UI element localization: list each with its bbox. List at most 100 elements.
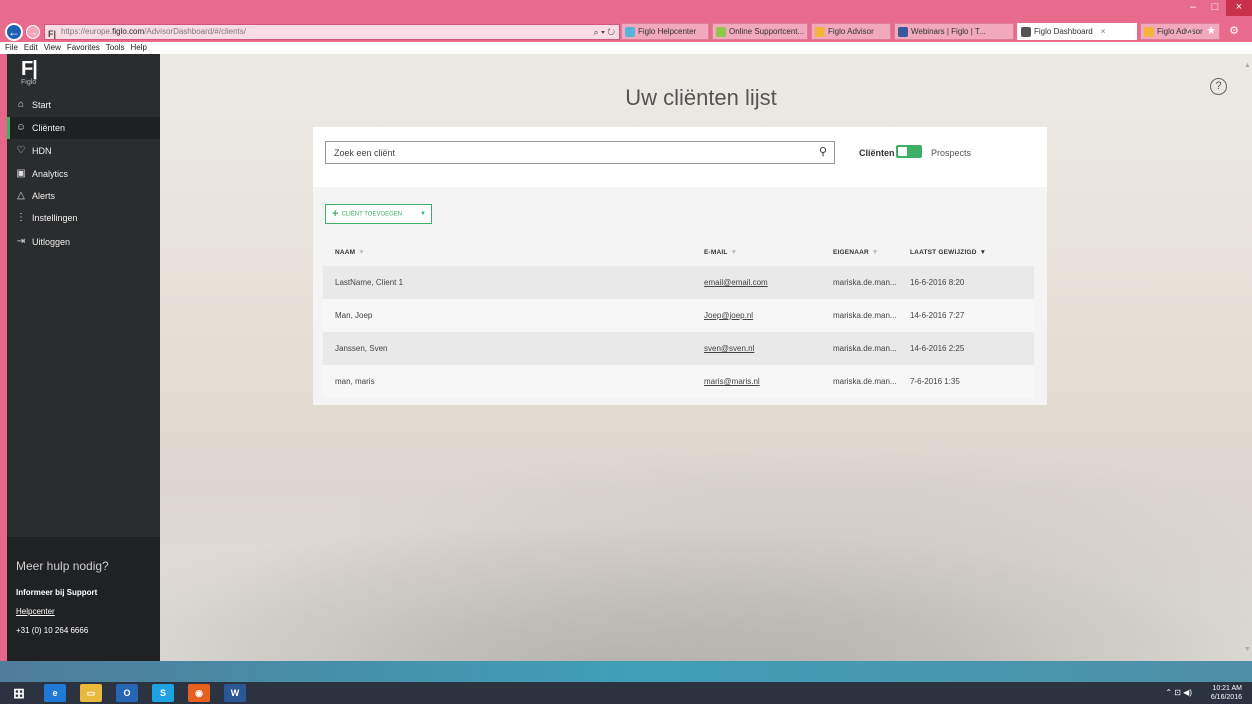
browser-titlebar: – □ × ← → F| https://europe.figlo.com/Ad… <box>0 0 1252 42</box>
scroll-down-icon[interactable]: ▼ <box>1244 646 1251 653</box>
table-row[interactable]: Man, Joep Joep@joep.nl mariska.de.man... 14… <box>323 299 1034 332</box>
browser-tab[interactable]: Figlo Dashboard × <box>1017 23 1137 40</box>
windows-start-icon[interactable]: ⊞ <box>8 684 30 702</box>
url-path: /AdvisorDashboard/#/clients/ <box>144 27 246 36</box>
tab-favicon-icon <box>898 27 908 37</box>
support-phone: +31 (0) 10 264 6666 <box>16 626 89 635</box>
client-owner: mariska.de.man... <box>833 377 897 386</box>
client-modified: 7-6-2016 1:35 <box>910 377 960 386</box>
browser-tab[interactable]: Figlo Advisor <box>811 23 891 40</box>
sort-icon: ▼ <box>871 249 879 256</box>
outlook-icon[interactable]: O <box>116 684 138 702</box>
client-table: + CLIËNT TOEVOEGEN ▼ NAAM ▼ E-MAIL ▼ EIGENA… <box>313 187 1047 405</box>
client-name: LastName, Client 1 <box>335 278 404 287</box>
clients-prospects-toggle[interactable] <box>896 145 922 158</box>
client-email[interactable]: Joep@joep.nl <box>704 311 753 320</box>
chart-icon: ▣ <box>16 168 26 179</box>
sidebar-item-label: Uitloggen <box>32 237 71 247</box>
sidebar-item-alerts[interactable]: △ Alerts <box>7 185 160 207</box>
toggle-label-clients[interactable]: Cliënten <box>859 148 895 158</box>
browser-tab[interactable]: Figlo Helpcenter <box>621 23 709 40</box>
client-email[interactable]: email@email.com <box>704 278 768 287</box>
client-email[interactable]: sven@sven.nl <box>704 344 754 353</box>
sidebar-item-clinten[interactable]: ☺ Cliënten <box>7 117 160 139</box>
column-label: NAAM <box>335 249 356 256</box>
address-bar[interactable]: F| https://europe.figlo.com/AdvisorDashb… <box>44 24 620 40</box>
sidebar-item-hdn[interactable]: ♡ HDN <box>7 140 160 162</box>
scroll-up-icon[interactable]: ▲ <box>1244 62 1251 69</box>
clock-time: 10:21 AM <box>1212 685 1242 692</box>
sort-icon: ▼ <box>730 249 738 256</box>
table-row[interactable]: man, maris maris@maris.nl mariska.de.man..… <box>323 365 1034 398</box>
menu-bar: File Edit View Favorites Tools Help <box>0 42 1252 54</box>
tab-strip: Figlo Helpcenter Online Supportcent... Fig… <box>621 23 1223 42</box>
figlo-logo[interactable]: F| Figlo <box>21 59 38 87</box>
menu-item-file[interactable]: File <box>5 43 18 52</box>
page-title: Uw cliënten lijst <box>625 85 777 110</box>
sidebar-item-instellingen[interactable]: ⋮ Instellingen <box>7 207 160 229</box>
sidebar-item-label: Start <box>32 100 52 110</box>
word-icon[interactable]: W <box>224 684 246 702</box>
tab-label: Figlo Dashboard <box>1034 27 1093 36</box>
skype-icon[interactable]: S <box>152 684 174 702</box>
column-header-eigenaar[interactable]: EIGENAAR ▼ <box>833 249 879 256</box>
search-area: ⚲ Cliënten Prospects <box>313 127 1047 187</box>
column-header-laatst-gewijzigd[interactable]: LAATST GEWIJZIGD ▼ <box>910 249 986 256</box>
menu-item-view[interactable]: View <box>44 43 61 52</box>
address-bar-icons[interactable]: ⌕ ▾ ↻ <box>594 25 615 39</box>
client-name: man, maris <box>335 377 375 386</box>
browser-tab[interactable]: Online Supportcent... <box>712 23 808 40</box>
column-label: LAATST GEWIJZIGD <box>910 249 977 256</box>
toggle-label-prospects[interactable]: Prospects <box>931 148 971 158</box>
sidebar-item-uitloggen[interactable]: ⇥ Uitloggen <box>7 231 160 253</box>
table-row[interactable]: Janssen, Sven sven@sven.nl mariska.de.man.… <box>323 332 1034 365</box>
sidebar-item-start[interactable]: ⌂ Start <box>7 94 160 116</box>
helpcenter-link[interactable]: Helpcenter <box>16 607 55 616</box>
browser-toolbar-icons[interactable]: ⌂ ★ ⚙ <box>1187 24 1244 37</box>
back-button[interactable]: ← <box>5 23 23 41</box>
sliders-icon: ⋮ <box>16 212 26 223</box>
chevron-down-icon[interactable]: ▼ <box>420 205 426 223</box>
page-scrollbar[interactable]: ▲ ▼ <box>1243 54 1252 661</box>
forward-button[interactable]: → <box>26 25 40 39</box>
help-panel: Meer hulp nodig? Informeer bij Support H… <box>7 537 160 661</box>
help-support-label: Informeer bij Support <box>16 588 98 597</box>
help-title: Meer hulp nodig? <box>16 559 109 573</box>
add-client-button[interactable]: + CLIËNT TOEVOEGEN ▼ <box>325 204 432 224</box>
sidebar: F| Figlo ⌂ Start ☺ Cliënten ♡ HDN ▣ Analytics △ A… <box>7 54 160 661</box>
navigation-row: ← → F| https://europe.figlo.com/AdvisorD… <box>0 21 1252 43</box>
tab-favicon-icon <box>815 27 825 37</box>
minimize-button[interactable]: – <box>1182 0 1204 16</box>
client-modified: 14-6-2016 7:27 <box>910 311 965 320</box>
system-tray-icons[interactable]: ⌃ ⊡ ◀) <box>1165 688 1192 697</box>
column-header-naam[interactable]: NAAM ▼ <box>335 249 365 256</box>
search-icon[interactable]: ⚲ <box>819 145 827 158</box>
menu-item-help[interactable]: Help <box>130 43 146 52</box>
tab-close-icon[interactable]: × <box>1101 27 1106 36</box>
add-client-label: CLIËNT TOEVOEGEN <box>341 211 403 218</box>
column-header-email[interactable]: E-MAIL ▼ <box>704 249 737 256</box>
tab-label: Online Supportcent... <box>729 27 805 36</box>
client-modified: 16-6-2016 8:20 <box>910 278 965 287</box>
client-search-input[interactable] <box>325 141 835 164</box>
maximize-button[interactable]: □ <box>1204 0 1226 16</box>
sort-icon: ▼ <box>358 249 365 256</box>
firefox-icon[interactable]: ◉ <box>188 684 210 702</box>
taskbar-clock[interactable]: 10:21 AM 6/16/2016 <box>1211 684 1242 702</box>
browser-tab[interactable]: Webinars | Figlo | T... <box>894 23 1014 40</box>
client-email[interactable]: maris@maris.nl <box>704 377 760 386</box>
logo-text: Figlo <box>21 79 37 86</box>
menu-item-tools[interactable]: Tools <box>106 43 125 52</box>
close-window-button[interactable]: × <box>1226 0 1252 16</box>
table-row[interactable]: LastName, Client 1 email@email.com mariska… <box>323 266 1034 299</box>
windows-taskbar: ⊞ e ▭ O S ◉ W ⌃ ⊡ ◀) 10:21 AM 6/16/2016 <box>0 682 1252 704</box>
sidebar-item-label: HDN <box>32 146 52 156</box>
ie-icon[interactable]: e <box>44 684 66 702</box>
menu-item-favorites[interactable]: Favorites <box>67 43 100 52</box>
sidebar-item-analytics[interactable]: ▣ Analytics <box>7 163 160 185</box>
explorer-icon[interactable]: ▭ <box>80 684 102 702</box>
menu-item-edit[interactable]: Edit <box>24 43 38 52</box>
column-label: EIGENAAR <box>833 249 869 256</box>
sidebar-item-label: Instellingen <box>32 213 78 223</box>
tab-label: Webinars | Figlo | T... <box>911 27 986 36</box>
